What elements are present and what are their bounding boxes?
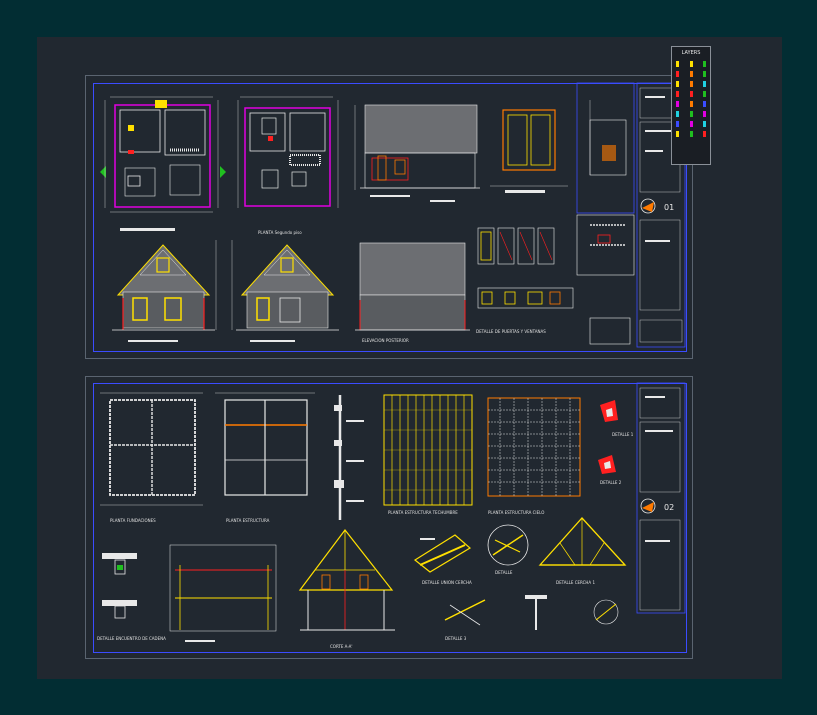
foundation-beam[interactable] (169, 544, 277, 642)
truss-detail[interactable]: DETALLE CERCHA 1 (538, 517, 627, 585)
legend-swatch (676, 91, 679, 97)
roof-union-detail[interactable]: DETALLE UNION CERCHA (413, 534, 472, 585)
legend-swatch (676, 61, 679, 67)
legend-row (676, 61, 706, 68)
lower-details[interactable]: DETALLE 3 (444, 595, 619, 641)
circle-detail[interactable]: DETALLE (487, 524, 529, 575)
legend-swatch (689, 111, 693, 117)
roof-union-label: DETALLE UNION CERCHA (422, 580, 472, 585)
legend-swatch (703, 101, 706, 107)
legend-swatch (689, 101, 693, 107)
legend-row (676, 101, 706, 108)
legend-title: LAYERS (681, 50, 701, 56)
structure-label: PLANTA ESTRUCTURA (226, 518, 270, 523)
detail-3-label: DETALLE 3 (445, 636, 467, 641)
title-block-2[interactable]: 02 (636, 382, 686, 614)
foundation-plan[interactable]: PLANTA FUNDACIONES (100, 392, 203, 523)
details-right[interactable]: DETALLE 1 DETALLE 2 (598, 400, 634, 485)
legend-swatch (676, 131, 679, 137)
legend-swatch (703, 131, 706, 137)
section-a-a[interactable]: CORTE A-A' (298, 529, 395, 649)
legend-row (676, 131, 706, 138)
legend-row (676, 121, 706, 128)
legend-swatch (676, 101, 679, 107)
detail-a-label: DETALLE (495, 570, 513, 575)
legend-swatch (703, 61, 706, 67)
legend-swatch (689, 91, 693, 97)
legend-row (676, 71, 706, 78)
structure-plan[interactable]: PLANTA ESTRUCTURA (215, 392, 315, 523)
legend-swatch (703, 91, 706, 97)
base-details[interactable]: DETALLE ENCUENTRO DE CADENA (97, 553, 166, 641)
layer-legend[interactable]: LAYERS (671, 46, 711, 165)
legend-swatch (689, 121, 693, 127)
section-label: CORTE A-A' (330, 644, 353, 649)
legend-row (676, 81, 706, 88)
legend-swatch (676, 111, 679, 117)
legend-row (676, 91, 706, 98)
detail-2-label: DETALLE 2 (600, 480, 622, 485)
detail-1-label: DETALLE 1 (612, 432, 634, 437)
legend-swatches (676, 61, 706, 141)
sheet-2-number: 02 (664, 503, 674, 512)
legend-swatch (689, 81, 693, 87)
legend-swatch (703, 121, 706, 127)
legend-swatch (689, 61, 693, 67)
roof-beams-label: PLANTA ESTRUCTURA TECHUMBRE (388, 510, 458, 515)
ceiling-beams-plan[interactable]: PLANTA ESTRUCTURA CIELO (487, 397, 581, 515)
legend-swatch (676, 71, 679, 77)
legend-swatch (689, 131, 693, 137)
legend-swatch (703, 71, 706, 77)
truss-label: DETALLE CERCHA 1 (556, 580, 595, 585)
roof-beams-plan[interactable]: PLANTA ESTRUCTURA TECHUMBRE (383, 394, 473, 515)
base-detail-label: DETALLE ENCUENTRO DE CADENA (97, 636, 166, 641)
legend-swatch (703, 81, 706, 87)
legend-swatch (676, 121, 679, 127)
legend-swatch (703, 111, 706, 117)
foundation-label: PLANTA FUNDACIONES (110, 518, 156, 523)
legend-swatch (689, 71, 693, 77)
wall-section[interactable] (334, 395, 364, 520)
legend-row (676, 111, 706, 118)
ceiling-beams-label: PLANTA ESTRUCTURA CIELO (488, 510, 544, 515)
legend-swatch (676, 81, 679, 87)
